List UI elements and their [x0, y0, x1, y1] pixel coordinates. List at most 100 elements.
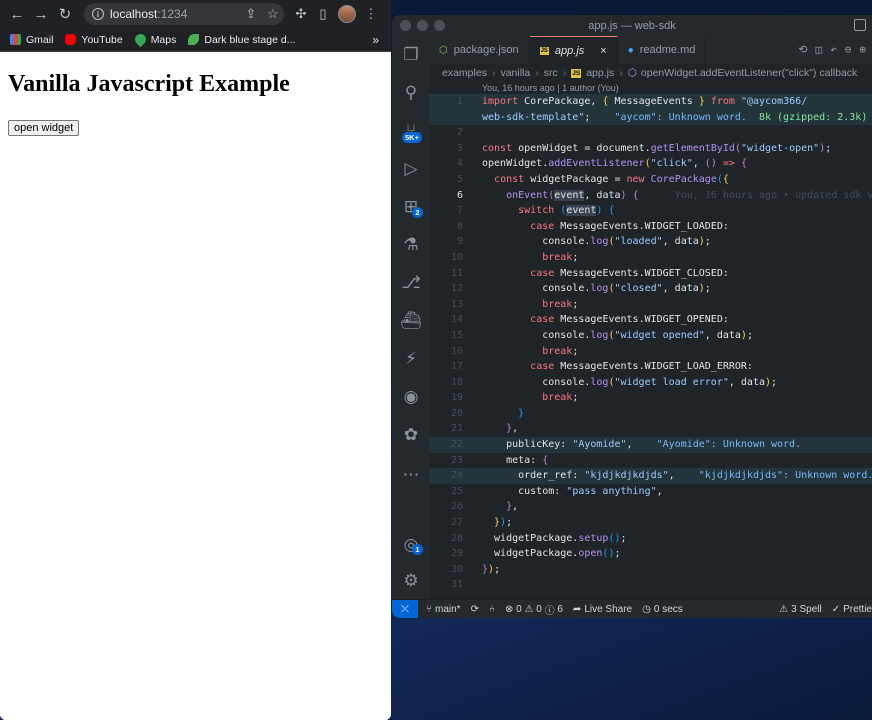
side-panel-icon[interactable]: ▯ [312, 3, 334, 25]
copilot-icon[interactable]: ✿ [400, 424, 422, 446]
url-port: :1234 [157, 7, 188, 21]
editor-actions: ⟲ ◫ ↶ ⊖ ⊕ [798, 43, 866, 56]
thunder-client-icon[interactable]: ⚡ [400, 348, 422, 370]
code-line[interactable]: 25 custom: "pass anything", [429, 484, 872, 500]
code-line[interactable]: 1 import CorePackage, { MessageEvents } f… [429, 94, 872, 110]
npm-icon: ⬡ [439, 44, 448, 56]
code-line[interactable]: 8 case MessageEvents.WIDGET_LOADED: [429, 219, 872, 235]
breadcrumb-src[interactable]: src [544, 67, 558, 79]
code-line[interactable]: 11 case MessageEvents.WIDGET_CLOSED: [429, 266, 872, 282]
github-icon[interactable]: ◉ [400, 386, 422, 408]
code-line[interactable]: 20 } [429, 406, 872, 422]
js-icon: JS [571, 68, 582, 78]
code-line[interactable]: 18 console.log("widget load error", data… [429, 375, 872, 391]
settings-gear-icon[interactable]: ⚙ [400, 570, 422, 592]
bookmark-youtube[interactable]: YouTube [65, 34, 123, 46]
layout-toggle-icon[interactable] [854, 19, 866, 31]
docker-icon[interactable]: ⛴ [400, 310, 422, 332]
activity-bar: ❐ ⚲ ⑂ 5K+ ▷ ⊞ 2 ⚗ ⎇ ⛴ ⚡ ◉ ✿ ⋯ ◎ 1 ⚙ [392, 36, 429, 599]
next-change-icon[interactable]: ⊕ [859, 43, 866, 56]
breadcrumb-symbol[interactable]: openWidget.addEventListener("click") cal… [641, 67, 857, 79]
address-bar[interactable]: i localhost:1234 ⇪ ☆ [84, 3, 284, 25]
close-tab-icon[interactable]: × [600, 45, 606, 57]
code-line[interactable]: 9 console.log("loaded", data); [429, 234, 872, 250]
remote-indicator-icon[interactable]: ⤫ [392, 599, 418, 618]
breadcrumb-examples[interactable]: examples [442, 67, 487, 79]
chrome-window: ← → ↻ i localhost:1234 ⇪ ☆ ✣ ▯ ⋮ Gmail Y… [0, 0, 391, 720]
status-prettier[interactable]: ✓ Prettie [832, 604, 872, 615]
code-line[interactable]: 29 widgetPackage.open(); [429, 546, 872, 562]
codelens-authors[interactable]: You, 16 hours ago | 1 author (You) [482, 82, 619, 94]
go-back-icon[interactable]: ↶ [830, 43, 837, 56]
git-graph-status-icon[interactable]: ⑃ [489, 604, 495, 615]
leaf-icon [188, 34, 200, 45]
code-line[interactable]: 13 break; [429, 297, 872, 313]
code-line[interactable]: 19 break; [429, 390, 872, 406]
code-line[interactable]: 30}); [429, 562, 872, 578]
code-line[interactable]: 23 meta: { [429, 453, 872, 469]
prev-change-icon[interactable]: ⊖ [845, 43, 852, 56]
bookmark-dark-blue-stage[interactable]: Dark blue stage d... [188, 34, 295, 46]
code-line[interactable]: 6 onEvent(event, data) { You, 16 hours a… [429, 188, 872, 204]
code-line[interactable]: 26 }, [429, 499, 872, 515]
code-line[interactable]: 2 [429, 125, 872, 141]
code-line[interactable]: 24 order_ref: "kjdjkdjkdjds", "kjdjkdjkd… [429, 468, 872, 484]
back-arrow-icon[interactable]: ← [6, 3, 28, 25]
status-branch[interactable]: ⑂ main* [426, 604, 461, 615]
page-title: Vanilla Javascript Example [8, 71, 290, 97]
status-spell[interactable]: ⚠ 3 Spell [779, 604, 822, 615]
extensions-puzzle-icon[interactable]: ✣ [290, 3, 312, 25]
tab-readme-md[interactable]: ● readme.md [618, 36, 707, 64]
code-line[interactable]: 15 console.log("widget opened", data); [429, 328, 872, 344]
profile-avatar[interactable] [338, 5, 356, 23]
timeline-icon[interactable]: ⟲ [798, 43, 807, 56]
code-line[interactable]: 12 console.log("closed", data); [429, 281, 872, 297]
site-info-icon[interactable]: i [92, 8, 104, 20]
reload-icon[interactable]: ↻ [54, 3, 76, 25]
bookmark-maps[interactable]: Maps [132, 31, 176, 48]
code-line[interactable]: 27 }); [429, 515, 872, 531]
status-problems[interactable]: ⊗ 0 ⚠ 0 ⓘ 6 [505, 602, 563, 617]
explorer-files-icon[interactable]: ❐ [400, 44, 422, 66]
status-live-share[interactable]: ➦ Live Share [573, 604, 632, 615]
open-widget-button[interactable]: open widget [8, 120, 80, 136]
forward-arrow-icon[interactable]: → [30, 3, 52, 25]
code-line[interactable]: 21 }, [429, 421, 872, 437]
code-line[interactable]: 3 const openWidget = document.getElementB… [429, 141, 872, 157]
extensions-badge: 2 [412, 207, 423, 218]
code-line[interactable]: 14 case MessageEvents.WIDGET_OPENED: [429, 312, 872, 328]
git-graph-icon[interactable]: ⎇ [400, 272, 422, 294]
url-host: localhost [110, 7, 158, 21]
code-line[interactable]: 10 break; [429, 250, 872, 266]
code-line[interactable]: web-sdk-template"; "aycom": Unknown word… [429, 109, 872, 126]
code-line[interactable]: 4 openWidget.addEventListener("click", ()… [429, 156, 872, 172]
breadcrumb-file[interactable]: app.js [586, 67, 614, 79]
run-debug-icon[interactable]: ▷ [400, 158, 422, 180]
bookmarks-overflow-chevron[interactable]: » [372, 33, 379, 47]
code-line[interactable]: 22 publicKey: "Ayomide", "Ayomide": Unkn… [429, 437, 872, 453]
breadcrumb-vanilla[interactable]: vanilla [500, 67, 530, 79]
tab-app-js[interactable]: JS app.js × [529, 36, 618, 64]
compare-icon[interactable]: ◫ [816, 43, 823, 56]
code-editor[interactable]: You, 16 hours ago | 1 author (You) 1 impo… [429, 82, 872, 599]
clock-icon: ◷ [642, 603, 651, 615]
tab-package-json[interactable]: ⬡ package.json [429, 36, 530, 64]
vscode-titlebar: app.js — web-sdk [392, 15, 872, 36]
chrome-menu-icon[interactable]: ⋮ [360, 3, 382, 25]
status-timer[interactable]: ◷ 0 secs [642, 604, 683, 615]
code-line[interactable]: 16 break; [429, 344, 872, 360]
code-line[interactable]: 7 switch (event) { [429, 203, 872, 219]
code-line[interactable]: 17 case MessageEvents.WIDGET_LOAD_ERROR: [429, 359, 872, 375]
code-line[interactable]: 31 [429, 577, 872, 593]
share-icon[interactable]: ⇪ [240, 3, 262, 25]
bookmark-star-icon[interactable]: ☆ [262, 3, 284, 25]
bookmark-gmail[interactable]: Gmail [10, 34, 53, 46]
testing-flask-icon[interactable]: ⚗ [400, 234, 422, 256]
code-line[interactable]: 28 widgetPackage.setup(); [429, 531, 872, 547]
code-line[interactable]: 5 const widgetPackage = new CorePackage(… [429, 172, 872, 188]
breadcrumb: examples › vanilla › src › JS app.js › ⬡ openW… [429, 64, 872, 82]
more-views-icon[interactable]: ⋯ [400, 464, 422, 486]
chevron-right-icon: › [619, 67, 623, 79]
sync-icon[interactable]: ⟳ [471, 604, 479, 615]
search-icon[interactable]: ⚲ [400, 82, 422, 104]
